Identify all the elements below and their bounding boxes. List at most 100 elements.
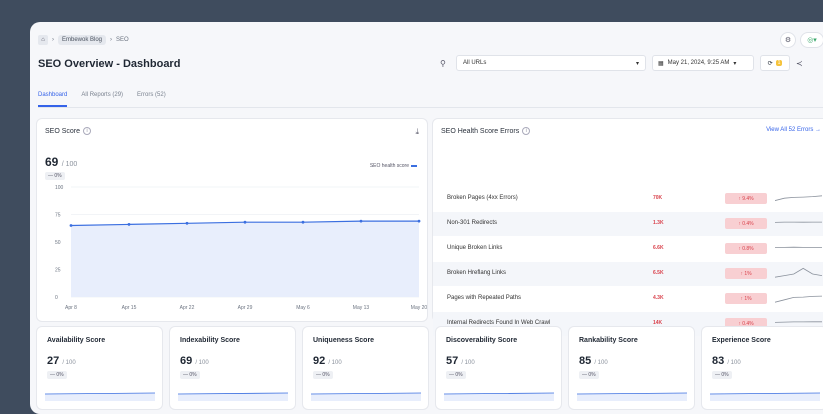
tab-errors[interactable]: Errors (52): [137, 92, 166, 107]
score-card[interactable]: Uniqueness Score92 / 100— 0%: [302, 326, 429, 410]
error-change-badge: ↑ 0.4%: [725, 218, 767, 229]
y-tick-label: 25: [55, 268, 61, 274]
error-row[interactable]: Pages with Repeated Paths4.3K↑ 1%: [433, 287, 823, 311]
error-label: Unique Broken Links: [447, 245, 502, 251]
refresh-button[interactable]: ⟳ 1: [760, 55, 790, 71]
card-score-number: 85: [579, 355, 591, 367]
data-point: [302, 221, 305, 224]
x-tick-label: Apr 8: [65, 305, 77, 311]
score-card[interactable]: Indexability Score 69 / 100 — 0%: [169, 326, 296, 410]
info-icon[interactable]: i: [522, 127, 530, 135]
card-delta: — 0%: [579, 371, 599, 379]
settings-gear-icon[interactable]: ⚙: [780, 32, 796, 48]
error-row[interactable]: Unique Broken Links 6.6K ↑ 0.8%: [433, 237, 823, 261]
top-bar: ⌂ › Embewok Blog › SEO ⚙ ◎▾: [30, 22, 823, 58]
card-trend-chart: [444, 385, 554, 401]
card-score-number: 83: [712, 355, 724, 367]
seo-score-chart: 0255075100Apr 8Apr 15Apr 22Apr 29May 6Ma…: [37, 119, 429, 323]
breadcrumb-section[interactable]: SEO: [116, 37, 129, 43]
sparkline: [775, 216, 823, 232]
data-point: [70, 224, 73, 227]
sparkline-path: [775, 196, 822, 201]
card-score-denominator: / 100: [328, 360, 341, 366]
seo-score-panel: SEO Score i ⤓ 69 / 100 — 0% SEO health s…: [36, 118, 428, 322]
score-card[interactable]: Availability Score27 / 100— 0%: [36, 326, 163, 410]
data-point: [244, 221, 247, 224]
sparkline: [775, 266, 823, 282]
card-delta: — 0%: [446, 371, 466, 379]
tab-dashboard[interactable]: Dashboard: [38, 92, 67, 107]
error-label: Non-301 Redirects: [447, 220, 497, 226]
sparkline: [775, 291, 823, 307]
errors-title: SEO Health Score Errors: [441, 128, 519, 135]
card-delta: — 0%: [180, 371, 200, 379]
card-score-denominator: / 100: [594, 360, 607, 366]
card-title: Experience Score: [712, 337, 771, 344]
refresh-badge: 1: [776, 60, 783, 66]
x-tick-label: May 20: [411, 305, 428, 311]
error-count: 1.3K: [653, 220, 664, 226]
sparkline-path: [775, 268, 822, 277]
refresh-icon: ⟳: [768, 60, 773, 67]
series-area: [71, 221, 419, 297]
card-trend-chart: [311, 385, 421, 401]
card-score-number: 69: [180, 355, 192, 367]
search-icon[interactable]: ⚲: [440, 59, 450, 68]
data-point: [128, 223, 131, 226]
share-icon[interactable]: ≺: [796, 59, 803, 68]
tab-bar: Dashboard All Reports (29) Errors (52): [38, 92, 823, 108]
tab-all-reports[interactable]: All Reports (29): [81, 92, 123, 107]
home-icon[interactable]: ⌂: [38, 35, 48, 45]
data-point: [418, 220, 421, 223]
error-label: Broken Hreflang Links: [447, 270, 506, 276]
card-score-denominator: / 100: [461, 360, 474, 366]
score-card[interactable]: Discoverability Score57 / 100— 0%: [435, 326, 562, 410]
breadcrumb-separator-icon: ›: [110, 37, 112, 43]
card-score-number: 57: [446, 355, 458, 367]
card-title: Indexability Score: [180, 337, 240, 344]
breadcrumb: ⌂ › Embewok Blog › SEO: [38, 35, 129, 45]
error-change-badge: ↑ 9.4%: [725, 193, 767, 204]
globe-menu-icon[interactable]: ◎▾: [800, 32, 823, 48]
error-change-badge: ↑ 0.8%: [725, 243, 767, 254]
y-tick-label: 0: [55, 295, 58, 301]
y-tick-label: 100: [55, 185, 64, 191]
card-trend-chart: [710, 385, 820, 401]
chevron-down-icon: ▾: [733, 60, 736, 67]
card-score-number: 27: [47, 355, 59, 367]
card-score-denominator: / 100: [195, 360, 208, 366]
card-delta: — 0%: [47, 371, 67, 379]
url-filter-select[interactable]: All URLs ▾: [456, 55, 646, 71]
error-count: 6.6K: [653, 245, 664, 251]
x-tick-label: Apr 29: [238, 305, 253, 311]
view-all-label: View All 52 Errors: [766, 127, 813, 133]
error-change-badge: ↑ 1%: [725, 268, 767, 279]
date-value: May 21, 2024, 9:25 AM: [668, 60, 730, 66]
date-picker[interactable]: ▦ May 21, 2024, 9:25 AM ▾: [652, 55, 754, 71]
error-row[interactable]: Non-301 Redirects 1.3K ↑ 0.4%: [433, 212, 823, 236]
toolbar-controls: ⚲ All URLs ▾ ▦ May 21, 2024, 9:25 AM ▾ ⟳…: [440, 55, 803, 71]
score-card[interactable]: Experience Score83 / 100— 0%: [701, 326, 823, 410]
card-score: 92 / 100: [313, 355, 342, 367]
card-score: 69 / 100: [180, 355, 209, 367]
error-change-badge: ↑ 1%: [725, 293, 767, 304]
breadcrumb-site[interactable]: Embewok Blog: [58, 35, 106, 45]
card-trend-chart: [577, 385, 687, 401]
panel-title: SEO Health Score Errors i: [441, 127, 530, 135]
card-score: 85 / 100: [579, 355, 608, 367]
data-point: [186, 222, 189, 225]
view-all-errors-link[interactable]: View All 52 Errors →: [766, 127, 821, 133]
error-count: 6.5K: [653, 270, 664, 276]
card-delta: — 0%: [313, 371, 333, 379]
chevron-down-icon: ▾: [636, 60, 639, 67]
url-filter-value: All URLs: [463, 60, 486, 66]
card-score: 27 / 100: [47, 355, 76, 367]
score-card[interactable]: Rankability Score85 / 100— 0%: [568, 326, 695, 410]
error-count: 70K: [653, 195, 662, 201]
card-score-denominator: / 100: [727, 360, 740, 366]
card-trend-chart: [178, 385, 288, 401]
error-row[interactable]: Broken Hreflang Links 6.5K ↑ 1%: [433, 262, 823, 286]
error-row[interactable]: Broken Pages (4xx Errors)70K↑ 9.4%: [433, 187, 823, 211]
error-count: 4.3K: [653, 295, 664, 301]
y-tick-label: 50: [55, 240, 61, 246]
